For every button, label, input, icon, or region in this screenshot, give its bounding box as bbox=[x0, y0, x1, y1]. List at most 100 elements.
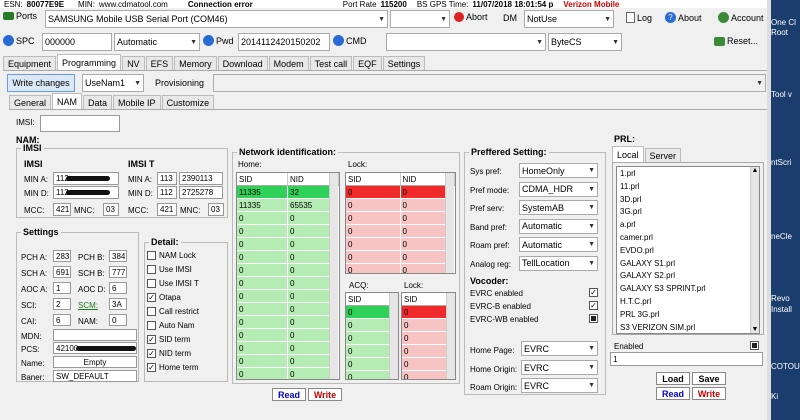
table-row[interactable]: 00 bbox=[346, 199, 455, 212]
checkbox[interactable] bbox=[147, 279, 156, 288]
cmd-mode-select[interactable]: ByteCS ▼ bbox=[548, 33, 622, 51]
prl-value-input[interactable]: 1 bbox=[610, 352, 763, 366]
nam-index-input[interactable]: 0 bbox=[109, 314, 127, 326]
account-button[interactable]: Account bbox=[718, 12, 764, 23]
detail-item[interactable]: Use IMSI bbox=[147, 265, 192, 274]
checkbox[interactable] bbox=[147, 321, 156, 330]
sch-a-input[interactable]: 691 bbox=[53, 266, 71, 278]
table-row[interactable]: 11335 32 bbox=[237, 186, 339, 199]
tab-eqf[interactable]: EQF bbox=[353, 56, 382, 70]
imsi-t-min-a-2-input[interactable]: 2390113 bbox=[179, 172, 223, 185]
tab-mobile-ip[interactable]: Mobile IP bbox=[113, 95, 161, 109]
write-changes-button[interactable]: Write changes bbox=[7, 74, 75, 92]
checkbox[interactable]: ✓ bbox=[147, 293, 156, 302]
detail-item[interactable]: ✓ NID term bbox=[147, 349, 191, 358]
detail-item[interactable]: ✓ Home term bbox=[147, 363, 199, 372]
list-item[interactable]: PRL 3G.prl bbox=[620, 309, 756, 322]
list-item[interactable]: S3 VERIZON SIM.prl bbox=[620, 322, 756, 333]
table-row[interactable]: 00 bbox=[346, 251, 455, 264]
imsi-t-min-d-2-input[interactable]: 2725278 bbox=[179, 186, 223, 199]
analog-reg-select[interactable]: TellLocation ▼ bbox=[519, 255, 598, 271]
pref-mode-select[interactable]: CDMA_HDR ▼ bbox=[519, 181, 598, 197]
list-item[interactable]: 11.prl bbox=[620, 181, 756, 194]
lock-grid[interactable]: SID NID 00000000000000 bbox=[345, 172, 456, 274]
lock2-scrollbar[interactable] bbox=[446, 293, 455, 379]
table-row[interactable]: 00 bbox=[237, 238, 339, 251]
ports-button[interactable]: Ports bbox=[3, 11, 37, 21]
network-write-button[interactable]: Write bbox=[308, 388, 342, 401]
scm-input[interactable]: 3A bbox=[109, 298, 127, 310]
imsi-mcc-input[interactable]: 421 bbox=[53, 203, 71, 216]
prl-tab-server[interactable]: Server bbox=[644, 148, 682, 162]
table-row[interactable]: 00 bbox=[346, 212, 455, 225]
spc-input[interactable]: 000000 bbox=[42, 33, 112, 51]
tab-efs[interactable]: EFS bbox=[145, 56, 174, 70]
reset-button[interactable]: Reset... bbox=[714, 36, 758, 46]
list-item[interactable]: GALAXY S3 SPRINT.prl bbox=[620, 283, 756, 296]
spc-mode-select[interactable]: Automatic ▼ bbox=[114, 33, 200, 51]
home-scrollbar[interactable] bbox=[329, 173, 338, 379]
home-page-select[interactable]: EVRC ▼ bbox=[521, 341, 598, 356]
tab-nv[interactable]: NV bbox=[122, 56, 145, 70]
table-row[interactable]: 00 bbox=[346, 238, 455, 251]
baner-input[interactable]: SW_DEFAULT bbox=[53, 370, 137, 382]
desktop-icon-label[interactable]: neCle bbox=[771, 232, 800, 241]
tab-download[interactable]: Download bbox=[217, 56, 268, 70]
vocoder-checkbox[interactable]: ✓ bbox=[589, 288, 598, 297]
tab-settings[interactable]: Settings bbox=[382, 56, 426, 70]
pch-a-input[interactable]: 283 bbox=[53, 250, 71, 262]
table-row[interactable]: 00 bbox=[237, 342, 339, 355]
log-button[interactable]: Log bbox=[626, 12, 652, 23]
desktop-icon-label[interactable]: ntScri bbox=[771, 158, 800, 167]
lock-scrollbar[interactable] bbox=[445, 173, 454, 273]
checkbox[interactable] bbox=[147, 265, 156, 274]
prl-write-button[interactable]: Write bbox=[692, 387, 726, 400]
table-row[interactable]: 00 bbox=[346, 186, 455, 199]
list-item[interactable]: GALAXY S2.prl bbox=[620, 270, 756, 283]
desktop-icon-label[interactable]: Tool v bbox=[771, 90, 800, 99]
port-select[interactable]: SAMSUNG Mobile USB Serial Port (COM46) ▼ bbox=[45, 10, 388, 28]
table-row[interactable]: 11335 65535 bbox=[237, 199, 339, 212]
aoc-d-input[interactable]: 6 bbox=[109, 282, 127, 294]
table-row[interactable]: 00 bbox=[346, 225, 455, 238]
list-item[interactable]: H.T.C.prl bbox=[620, 296, 756, 309]
vocoder-checkbox[interactable] bbox=[589, 314, 598, 323]
nam-select[interactable]: UseNam1 ▼ bbox=[82, 74, 144, 92]
checkbox[interactable] bbox=[147, 251, 156, 260]
table-row[interactable]: 00 bbox=[237, 277, 339, 290]
checkbox[interactable] bbox=[147, 307, 156, 316]
imsi-t-min-d-1-input[interactable]: 112 bbox=[157, 186, 177, 199]
scroll-up-icon[interactable]: ▲ bbox=[751, 167, 759, 174]
acq-scrollbar[interactable] bbox=[389, 293, 398, 379]
table-row[interactable]: 00 bbox=[346, 264, 455, 273]
roam-origin-select[interactable]: EVRC ▼ bbox=[521, 378, 598, 393]
about-button[interactable]: ? About bbox=[665, 12, 702, 23]
tab-modem[interactable]: Modem bbox=[268, 56, 309, 70]
checkbox[interactable]: ✓ bbox=[147, 363, 156, 372]
name-input[interactable]: Empty bbox=[53, 356, 137, 368]
tab-nam[interactable]: NAM bbox=[52, 93, 83, 109]
table-row[interactable]: 00 bbox=[237, 212, 339, 225]
network-read-button[interactable]: Read bbox=[272, 388, 306, 401]
prl-list[interactable]: 1.prl 11.prl 3D.prl 3G.prl a.prl camer.prl EVD… bbox=[616, 166, 760, 334]
desktop-icon-label[interactable]: COTOU bbox=[771, 362, 800, 371]
sch-b-input[interactable]: 777 bbox=[109, 266, 127, 278]
list-item[interactable]: 3G.prl bbox=[620, 206, 756, 219]
table-row[interactable]: 00 bbox=[237, 225, 339, 238]
aoc-a-input[interactable]: 1 bbox=[53, 282, 71, 294]
table-row[interactable]: 00 bbox=[237, 303, 339, 316]
vocoder-checkbox[interactable]: ✓ bbox=[589, 301, 598, 310]
imsi-mnc-input[interactable]: 03 bbox=[103, 203, 119, 216]
checkbox[interactable]: ✓ bbox=[147, 335, 156, 344]
pch-b-input[interactable]: 384 bbox=[109, 250, 127, 262]
band-pref-select[interactable]: Automatic ▼ bbox=[519, 218, 598, 234]
port-rate-select[interactable]: ▼ bbox=[390, 10, 450, 28]
table-row[interactable]: 00 bbox=[237, 355, 339, 368]
detail-item[interactable]: NAM Lock bbox=[147, 251, 196, 260]
tab-data[interactable]: Data bbox=[83, 95, 113, 109]
desktop-icon-label[interactable]: Install bbox=[771, 305, 800, 314]
desktop-icon-label[interactable]: One Cl bbox=[771, 18, 800, 27]
pref-serv-select[interactable]: SystemAB ▼ bbox=[519, 200, 598, 215]
spc-button[interactable]: SPC bbox=[3, 35, 35, 46]
imsi-t-min-a-1-input[interactable]: 113 bbox=[157, 172, 177, 185]
